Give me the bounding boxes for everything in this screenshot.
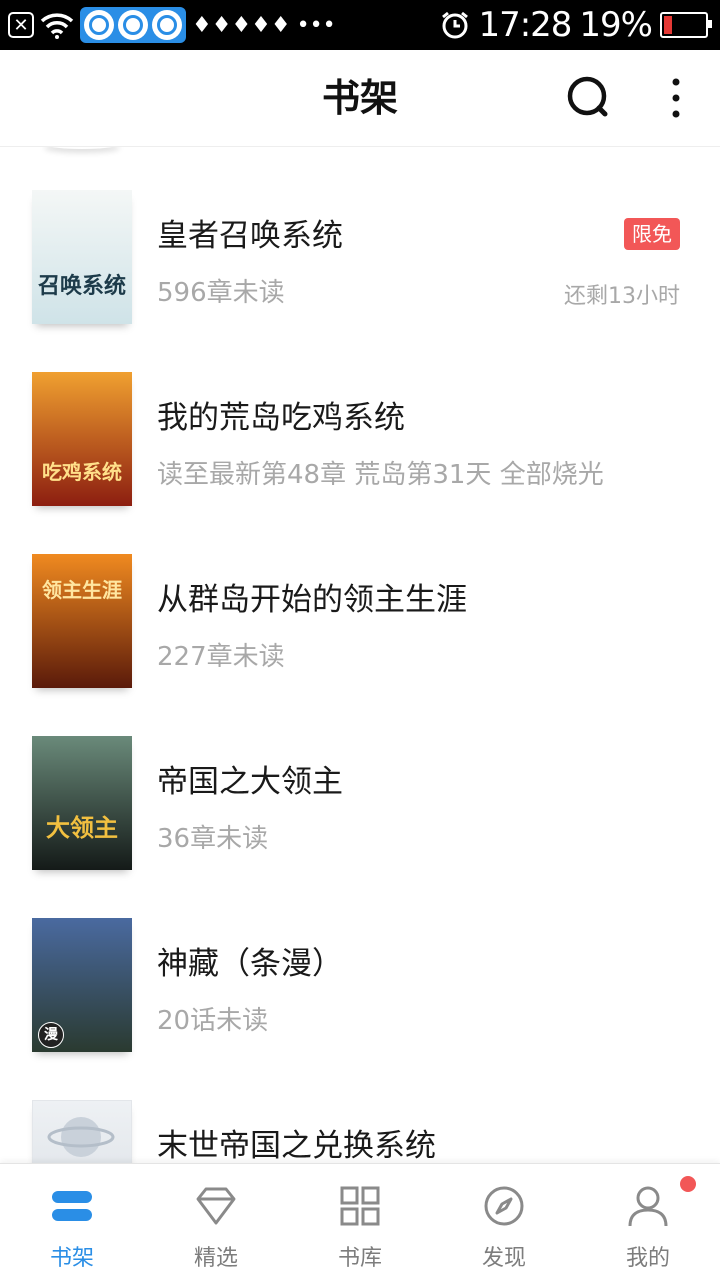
previous-book-shadow <box>44 147 120 149</box>
free-badge: 限免 <box>624 218 680 250</box>
list-item-book[interactable]: 领主生涯 从群岛开始的领主生涯 227章未读 <box>0 554 720 736</box>
cover-title: 召唤系统 <box>37 273 126 299</box>
more-notifications-icon: ••• <box>296 12 336 38</box>
time-remaining: 还剩13小时 <box>564 284 680 309</box>
wifi-icon <box>40 13 74 39</box>
book-title: 帝国之大领主 <box>157 764 343 800</box>
book-cover[interactable]: 大领主 <box>32 736 132 870</box>
book-title: 从群岛开始的领主生涯 <box>157 582 467 618</box>
grid-icon <box>340 1186 380 1226</box>
list-item-book[interactable]: 吃鸡系统 我的荒岛吃鸡系统 读至最新第48章 荒岛第31天 全部烧光 <box>0 372 720 554</box>
tab-label: 精选 <box>193 1246 238 1271</box>
book-title: 皇者召唤系统 <box>157 218 343 254</box>
placeholder-book-icon <box>47 1117 115 1157</box>
app-notification-icon <box>118 10 148 40</box>
book-progress: 227章未读 <box>157 642 285 672</box>
book-cover[interactable]: 召唤系统 <box>32 190 132 324</box>
book-progress: 596章未读 <box>157 278 285 308</box>
diamond-icon <box>196 1187 236 1225</box>
book-cover[interactable]: 吃鸡系统 <box>32 372 132 506</box>
more-vertical-icon <box>672 78 680 118</box>
search-button[interactable] <box>562 72 614 124</box>
tab-library[interactable]: 书库 <box>288 1164 432 1281</box>
book-title: 我的荒岛吃鸡系统 <box>157 400 405 436</box>
manga-badge: 漫 <box>38 1022 64 1048</box>
alarm-icon <box>442 11 469 39</box>
profile-icon <box>628 1186 668 1227</box>
list-item-book[interactable]: 大领主 帝国之大领主 36章未读 <box>0 736 720 918</box>
notification-dot <box>680 1176 696 1192</box>
tab-featured[interactable]: 精选 <box>144 1164 288 1281</box>
tab-label: 发现 <box>481 1246 526 1271</box>
bottom-navigation: 书架 精选 书库 发现 我的 <box>0 1163 720 1281</box>
book-cover[interactable]: 领主生涯 <box>32 554 132 688</box>
compass-icon <box>484 1186 524 1226</box>
more-options-button[interactable] <box>656 72 696 124</box>
tab-discover[interactable]: 发现 <box>432 1164 576 1281</box>
app-bar: 书架 <box>0 50 720 147</box>
tab-label: 书架 <box>49 1246 94 1271</box>
list-item-book[interactable]: 召唤系统 皇者召唤系统 596章未读 限免 还剩13小时 <box>0 190 720 372</box>
no-sim-icon: ✕ <box>8 12 34 38</box>
cover-title: 吃鸡系统 <box>42 460 122 484</box>
book-cover[interactable] <box>32 1100 132 1163</box>
book-progress: 读至最新第48章 荒岛第31天 全部烧光 <box>157 460 604 490</box>
cover-title: 大领主 <box>46 813 118 842</box>
tab-profile[interactable]: 我的 <box>576 1164 720 1281</box>
book-cover[interactable]: 漫 <box>32 918 132 1052</box>
search-icon <box>567 76 608 117</box>
bookshelf-list[interactable]: 召唤系统 皇者召唤系统 596章未读 限免 还剩13小时 吃鸡系统 我的荒岛吃鸡… <box>0 147 720 1163</box>
cover-title: 领主生涯 <box>42 578 122 602</box>
tab-label: 我的 <box>625 1246 670 1271</box>
bookshelf-icon <box>52 1191 92 1221</box>
book-title: 末世帝国之兑换系统 <box>157 1128 436 1163</box>
list-item-book[interactable]: 漫 神藏（条漫） 20话未读 <box>0 918 720 1100</box>
notification-icons <box>80 7 186 43</box>
battery-icon <box>660 12 712 38</box>
notification-glyphs: ♦♦♦♦♦ <box>192 12 291 38</box>
app-notification-icon <box>84 10 114 40</box>
tab-bookshelf[interactable]: 书架 <box>0 1164 144 1281</box>
battery-percent: 19% <box>579 5 653 45</box>
book-progress: 20话未读 <box>157 1006 269 1036</box>
list-item-book[interactable]: 末世帝国之兑换系统 <box>0 1100 720 1163</box>
status-bar: ✕ ♦♦♦♦♦ ••• 17:28 19% <box>0 0 720 50</box>
clock: 17:28 <box>478 5 572 45</box>
book-title: 神藏（条漫） <box>157 946 343 982</box>
tab-label: 书库 <box>337 1246 382 1271</box>
battery-level <box>664 16 673 34</box>
app-notification-icon <box>152 10 182 40</box>
book-progress: 36章未读 <box>157 824 269 854</box>
